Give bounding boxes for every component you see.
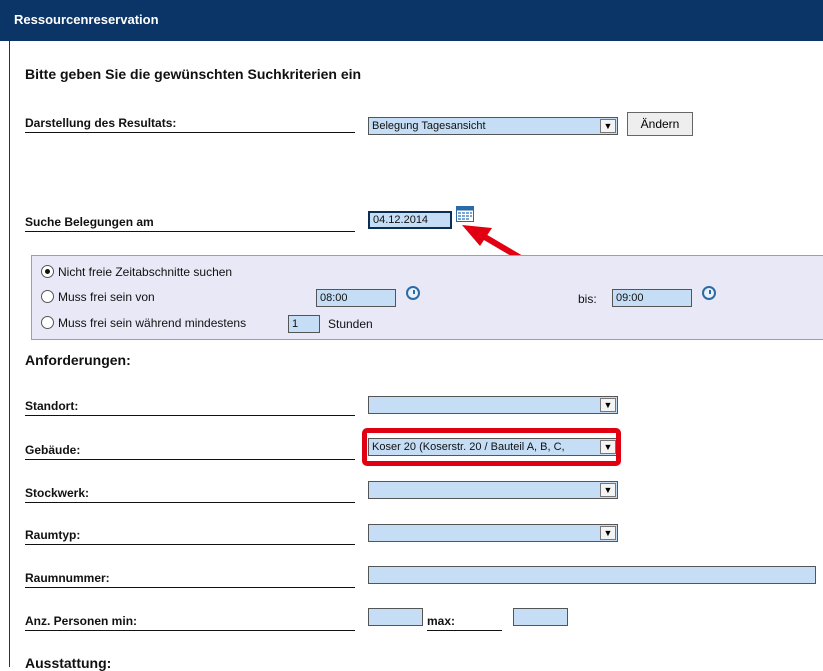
clock-icon[interactable] xyxy=(702,286,716,300)
raumtyp-label: Raumtyp: xyxy=(25,528,355,545)
chevron-down-icon[interactable]: ▼ xyxy=(600,526,616,540)
raumnummer-label: Raumnummer: xyxy=(25,571,355,588)
persons-max-label: max: xyxy=(427,614,502,631)
gebaeude-label: Gebäude: xyxy=(25,443,355,460)
raumtyp-select[interactable]: ▼ xyxy=(368,524,618,542)
hours-unit-label: Stunden xyxy=(328,317,373,331)
radio-free-from[interactable] xyxy=(41,290,54,303)
highlight-box xyxy=(362,428,621,466)
clock-icon[interactable] xyxy=(406,286,420,300)
stockwerk-select[interactable]: ▼ xyxy=(368,481,618,499)
standort-label: Standort: xyxy=(25,399,355,416)
stockwerk-label: Stockwerk: xyxy=(25,486,355,503)
radio-not-free-label: Nicht freie Zeitabschnitte suchen xyxy=(58,265,233,279)
radio-free-from-label: Muss frei sein von xyxy=(58,290,155,304)
radio-free-min-hours[interactable] xyxy=(41,316,54,329)
equipment-heading: Ausstattung: xyxy=(25,655,112,671)
chevron-down-icon[interactable]: ▼ xyxy=(600,483,616,497)
requirements-heading: Anforderungen: xyxy=(25,352,131,368)
until-label: bis: xyxy=(578,292,597,306)
standort-select[interactable]: ▼ xyxy=(368,396,618,414)
persons-max-input[interactable] xyxy=(513,608,568,626)
radio-not-free[interactable] xyxy=(41,265,54,278)
hours-input[interactable] xyxy=(288,315,320,333)
chevron-down-icon[interactable]: ▼ xyxy=(600,398,616,412)
raumnummer-input[interactable] xyxy=(368,566,816,584)
persons-min-input[interactable] xyxy=(368,608,423,626)
persons-min-label: Anz. Personen min: xyxy=(25,614,355,631)
time-until-input[interactable] xyxy=(612,289,692,307)
time-from-input[interactable] xyxy=(316,289,396,307)
radio-free-min-hours-label: Muss frei sein während mindestens xyxy=(58,316,247,330)
